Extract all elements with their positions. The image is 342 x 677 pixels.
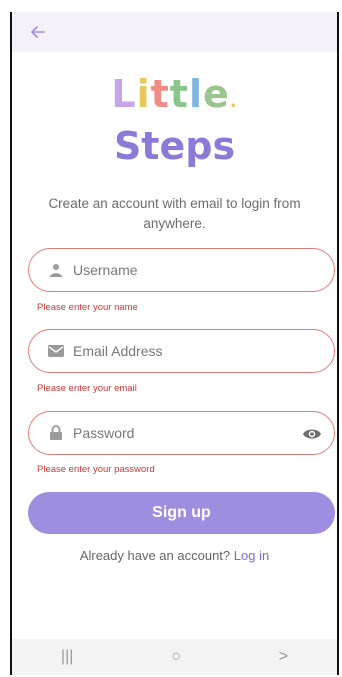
sign-up-button[interactable]: Sign up	[28, 492, 335, 534]
logo-line1: Little.	[111, 72, 238, 116]
login-prompt-text: Already have an account?	[79, 548, 231, 563]
subtitle: Create an account with email to login fr…	[48, 196, 301, 231]
email-placeholder: Email Address	[73, 343, 163, 359]
system-nav-bar: ||| ○ >	[12, 639, 337, 675]
email-error: Please enter your email	[37, 383, 137, 394]
password-field[interactable]: Password	[28, 411, 335, 455]
login-prompt-row: Already have an account? Log in	[12, 548, 337, 563]
back-nav-button[interactable]: >	[279, 648, 288, 666]
logo-line2: Steps	[113, 124, 236, 168]
mail-icon	[47, 343, 65, 359]
log-in-link[interactable]: Log in	[234, 548, 269, 563]
app-screen: Little. Steps Create an account with ema…	[10, 12, 339, 675]
recents-button[interactable]: |||	[61, 648, 73, 666]
app-logo: Little. Steps	[12, 72, 337, 168]
top-app-bar	[12, 12, 337, 52]
arrow-left-icon[interactable]	[28, 22, 48, 42]
home-button[interactable]: ○	[171, 648, 181, 666]
eye-icon[interactable]	[302, 424, 322, 444]
username-placeholder: Username	[73, 262, 138, 278]
email-field[interactable]: Email Address	[28, 329, 335, 373]
password-placeholder: Password	[73, 425, 135, 441]
username-field[interactable]: Username	[28, 248, 335, 292]
lock-icon	[47, 425, 65, 441]
username-error: Please enter your name	[37, 302, 138, 313]
password-error: Please enter your password	[37, 464, 155, 475]
person-icon	[47, 262, 65, 278]
